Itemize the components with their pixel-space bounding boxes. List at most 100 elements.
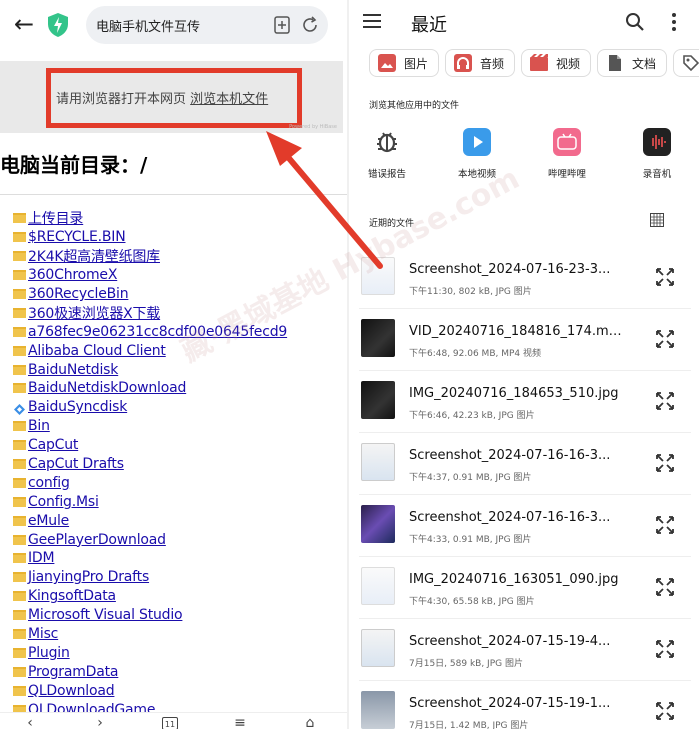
browse-local-files-link[interactable]: 浏览本机文件 <box>190 92 268 107</box>
directory-link[interactable]: eMule <box>28 513 69 529</box>
directory-item[interactable]: GeePlayerDownload <box>13 530 347 549</box>
expand-icon[interactable] <box>655 267 675 287</box>
forward-icon[interactable]: › <box>92 716 108 729</box>
reload-icon[interactable] <box>300 15 320 35</box>
directory-item[interactable]: CapCut Drafts <box>13 455 347 474</box>
directory-link[interactable]: JianyingPro Drafts <box>28 569 149 585</box>
directory-link[interactable]: Microsoft Visual Studio <box>28 607 183 623</box>
directory-item[interactable]: 360ChromeX <box>13 266 347 285</box>
file-thumbnail <box>361 381 395 419</box>
expand-icon[interactable] <box>655 639 675 659</box>
app-shortcut[interactable]: 哔哩哔哩 <box>537 128 597 180</box>
directory-item[interactable]: ProgramData <box>13 662 347 681</box>
directory-item[interactable]: IDM <box>13 549 347 568</box>
chip-video[interactable]: 视频 <box>521 49 592 77</box>
directory-item[interactable]: Alibaba Cloud Client <box>13 341 347 360</box>
directory-link[interactable]: KingsoftData <box>28 588 116 604</box>
expand-icon[interactable] <box>655 329 675 349</box>
chip-image[interactable]: 图片 <box>369 49 440 77</box>
directory-item[interactable]: 360极速浏览器X下载 <box>13 303 347 322</box>
back-icon[interactable]: ‹ <box>22 716 38 729</box>
directory-link[interactable]: a768fec9e06231cc8cdf00e0645fecd9 <box>28 324 287 340</box>
recent-file-item[interactable]: Screenshot_2024-07-16-23-3... 下午11:30, 80… <box>359 247 691 309</box>
more-options-icon[interactable] <box>669 12 679 32</box>
recent-file-item[interactable]: Screenshot_2024-07-16-16-3... 下午4:33, 0.9… <box>359 495 691 557</box>
directory-item[interactable]: Bin <box>13 417 347 436</box>
chip-tag[interactable] <box>673 49 699 77</box>
chip-document[interactable]: 文档 <box>597 49 668 77</box>
expand-icon[interactable] <box>655 515 675 535</box>
directory-link[interactable]: 360ChromeX <box>28 267 117 283</box>
search-icon[interactable] <box>625 12 645 32</box>
app-shortcut[interactable]: 本地视频 <box>447 128 507 180</box>
expand-icon[interactable] <box>655 453 675 473</box>
folder-icon <box>13 647 26 658</box>
app-label: 哔哩哔哩 <box>547 169 586 180</box>
directory-item[interactable]: QLDownload <box>13 681 347 700</box>
back-arrow-icon[interactable]: ← <box>10 10 38 38</box>
directory-item[interactable]: BaiduNetdisk <box>13 360 347 379</box>
recent-file-item[interactable]: Screenshot_2024-07-16-16-3... 下午4:37, 0.9… <box>359 433 691 495</box>
directory-link[interactable]: 360RecycleBin <box>28 286 129 302</box>
files-app-toolbar: 最近 <box>349 0 699 46</box>
grid-view-icon[interactable] <box>650 213 664 227</box>
directory-link[interactable]: Plugin <box>28 645 70 661</box>
recent-file-item[interactable]: Screenshot_2024-07-15-19-1... 7月15日, 1.42… <box>359 681 691 729</box>
recent-file-item[interactable]: VID_20240716_184816_174.mp... 下午6:48, 92.… <box>359 309 691 371</box>
directory-item[interactable]: a768fec9e06231cc8cdf00e0645fecd9 <box>13 322 347 341</box>
shield-icon[interactable] <box>46 12 70 38</box>
directory-link[interactable]: $RECYCLE.BIN <box>28 229 126 245</box>
directory-item[interactable]: Microsoft Visual Studio <box>13 606 347 625</box>
directory-item[interactable]: eMule <box>13 511 347 530</box>
directory-link[interactable]: QLDownload <box>28 683 115 699</box>
menu-icon[interactable]: ≡ <box>232 716 248 729</box>
directory-item[interactable]: BaiduNetdiskDownload <box>13 379 347 398</box>
directory-link[interactable]: CapCut <box>28 437 78 453</box>
directory-link[interactable]: Alibaba Cloud Client <box>28 343 166 359</box>
directory-link[interactable]: IDM <box>28 550 55 566</box>
chip-headphones[interactable]: 音频 <box>445 49 516 77</box>
address-bar[interactable]: 电脑手机文件互传 <box>86 6 328 44</box>
expand-icon[interactable] <box>655 391 675 411</box>
add-bookmark-icon[interactable] <box>272 15 292 35</box>
play-icon <box>463 128 491 156</box>
home-icon[interactable]: ⌂ <box>302 716 318 729</box>
directory-item[interactable]: Misc <box>13 625 347 644</box>
file-name: Screenshot_2024-07-15-19-1... <box>409 696 611 711</box>
directory-link[interactable]: 上传目录 <box>28 208 83 228</box>
app-shortcut[interactable]: 错误报告 <box>357 128 417 180</box>
directory-item[interactable]: KingsoftData <box>13 587 347 606</box>
directory-link[interactable]: BaiduNetdiskDownload <box>28 380 186 396</box>
directory-item[interactable]: Plugin <box>13 643 347 662</box>
hamburger-menu-icon[interactable] <box>363 14 381 28</box>
directory-item[interactable]: CapCut <box>13 436 347 455</box>
expand-icon[interactable] <box>655 577 675 597</box>
directory-link[interactable]: Bin <box>28 418 50 434</box>
directory-link[interactable]: CapCut Drafts <box>28 456 124 472</box>
expand-icon[interactable] <box>655 701 675 721</box>
tabs-icon[interactable]: 11 <box>162 717 178 729</box>
directory-item[interactable]: 上传目录 <box>13 209 347 228</box>
directory-item[interactable]: JianyingPro Drafts <box>13 568 347 587</box>
directory-item[interactable]: BaiduSyncdisk <box>13 398 347 417</box>
directory-item[interactable]: Config.Msi <box>13 492 347 511</box>
directory-link[interactable]: 2K4K超高清壁纸图库 <box>28 246 160 266</box>
directory-link[interactable]: 360极速浏览器X下载 <box>28 303 160 323</box>
directory-item[interactable]: config <box>13 473 347 492</box>
directory-link[interactable]: BaiduNetdisk <box>28 362 118 378</box>
directory-link[interactable]: config <box>28 475 70 491</box>
directory-link[interactable]: Misc <box>28 626 58 642</box>
directory-item[interactable]: $RECYCLE.BIN <box>13 228 347 247</box>
directory-link[interactable]: BaiduSyncdisk <box>28 399 127 415</box>
directory-link[interactable]: ProgramData <box>28 664 119 680</box>
recent-file-item[interactable]: Screenshot_2024-07-15-19-4... 7月15日, 589 … <box>359 619 691 681</box>
recent-file-item[interactable]: IMG_20240716_184653_510.jpg 下午6:46, 42.23… <box>359 371 691 433</box>
folder-icon <box>13 364 26 375</box>
directory-item[interactable]: 360RecycleBin <box>13 285 347 304</box>
folder-icon <box>13 232 26 243</box>
directory-link[interactable]: GeePlayerDownload <box>28 532 166 548</box>
directory-item[interactable]: 2K4K超高清壁纸图库 <box>13 247 347 266</box>
app-shortcut[interactable]: 录音机 <box>627 128 687 180</box>
directory-link[interactable]: Config.Msi <box>28 494 99 510</box>
recent-file-item[interactable]: IMG_20240716_163051_090.jpg 下午4:30, 65.58… <box>359 557 691 619</box>
